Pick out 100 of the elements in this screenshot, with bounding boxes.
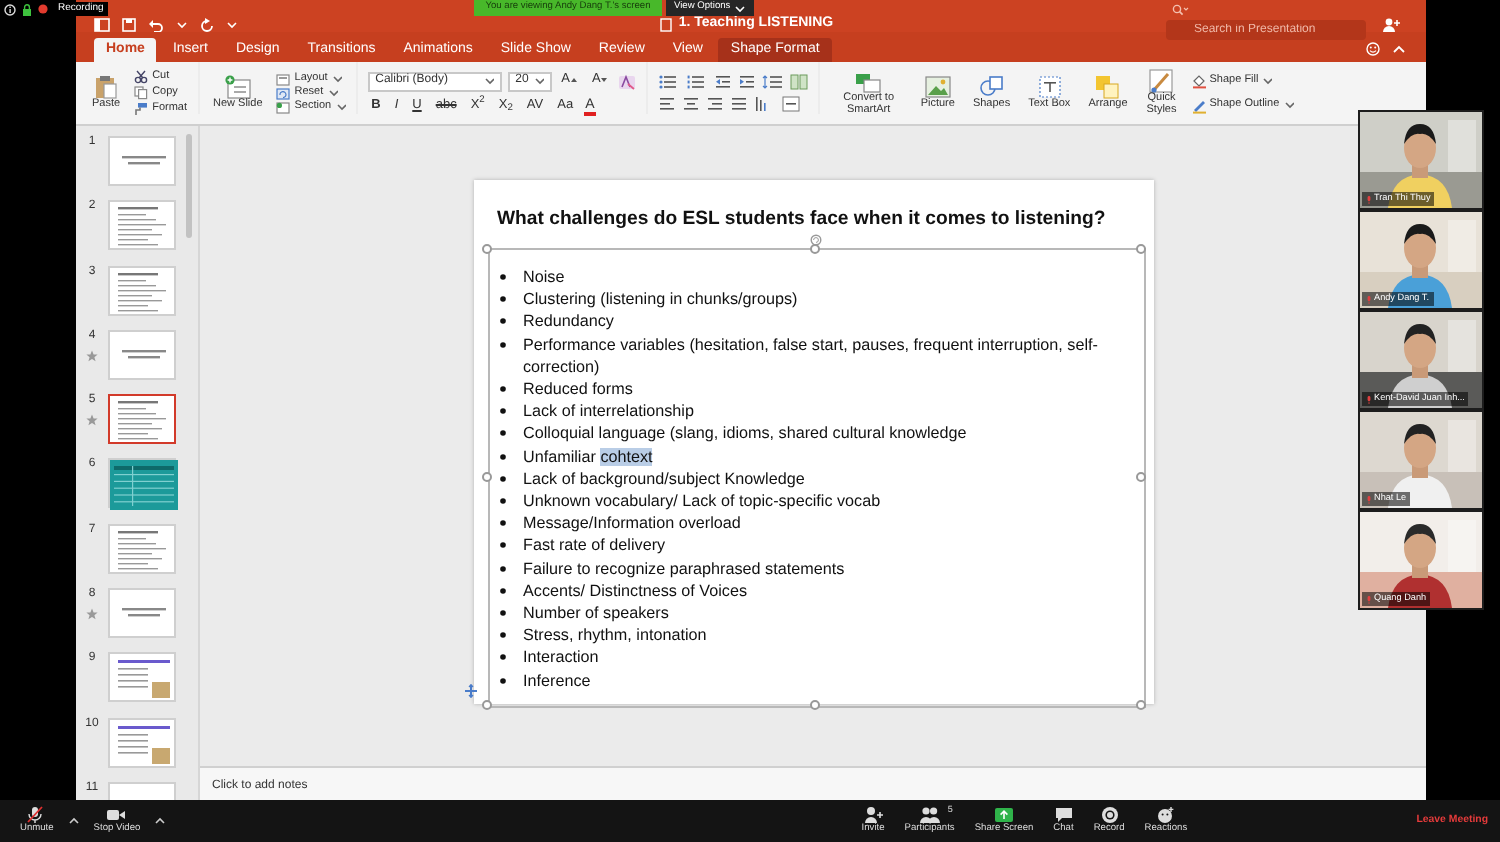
clipboard-icon bbox=[92, 74, 121, 101]
bullet-text: Reduced forms bbox=[523, 378, 635, 401]
share-screen-icon bbox=[994, 806, 1014, 825]
align-center-icon[interactable] bbox=[682, 96, 701, 112]
search-icon bbox=[1172, 4, 1190, 16]
align-right-icon[interactable] bbox=[706, 96, 725, 112]
bullet-icon bbox=[499, 475, 505, 482]
resize-handle[interactable] bbox=[482, 699, 492, 709]
bullet-icon bbox=[499, 610, 505, 617]
resize-handle[interactable] bbox=[1136, 471, 1146, 481]
bullet-text: Lack of background/subject Knowledge bbox=[523, 467, 807, 491]
decrease-indent-icon[interactable] bbox=[714, 74, 733, 90]
people-icon bbox=[919, 806, 940, 825]
bullet-text: Colloquial language (slang, idioms, shared cultural knowledge bbox=[523, 422, 969, 446]
add-reaction-icon bbox=[1155, 806, 1176, 825]
add-person-icon bbox=[863, 806, 884, 825]
clear-formatting-icon[interactable] bbox=[618, 73, 637, 89]
bullet-text: Noise bbox=[523, 266, 567, 289]
increase-indent-icon[interactable] bbox=[738, 74, 757, 90]
bullet-icon bbox=[499, 274, 505, 280]
smiley-icon[interactable] bbox=[1366, 42, 1380, 56]
justify-icon[interactable] bbox=[730, 96, 749, 112]
paint-bucket-icon bbox=[1191, 73, 1206, 89]
scissors-icon bbox=[134, 70, 149, 84]
layout-options-icon[interactable] bbox=[463, 684, 477, 698]
bullet-text: Failure to recognize paraphrased statements bbox=[523, 557, 847, 580]
text-box-icon bbox=[1035, 74, 1064, 101]
bullet-icon bbox=[499, 430, 505, 437]
save-icon[interactable] bbox=[122, 17, 136, 31]
shapes-icon bbox=[977, 74, 1006, 101]
bullet-icon bbox=[499, 408, 505, 415]
bullet-text: Unknown vocabulary/ Lack of topic-specific vocab bbox=[523, 490, 883, 513]
info-icon[interactable] bbox=[4, 3, 16, 15]
record-dot-icon bbox=[38, 4, 48, 14]
caret-up-icon bbox=[154, 816, 167, 825]
bullet-text: Interaction bbox=[523, 646, 601, 670]
bullet-text: Fast rate of delivery bbox=[523, 534, 668, 558]
bullet-text: Inference bbox=[523, 669, 593, 692]
rotate-handle[interactable] bbox=[810, 234, 822, 246]
section-icon bbox=[276, 101, 291, 113]
bullet-text: Number of speakers bbox=[523, 602, 671, 625]
undo-icon[interactable] bbox=[148, 17, 164, 31]
record-icon bbox=[1099, 806, 1120, 825]
lock-icon[interactable] bbox=[22, 3, 32, 15]
bullet-icon bbox=[499, 542, 505, 549]
resize-handle[interactable] bbox=[482, 471, 492, 481]
bullets-icon[interactable] bbox=[658, 74, 681, 90]
new-slide-icon bbox=[223, 74, 252, 101]
bullet-text: Lack of interrelationship bbox=[523, 400, 696, 423]
bullet-icon bbox=[499, 498, 505, 505]
caret-icon[interactable] bbox=[176, 19, 188, 29]
line-spacing-icon[interactable] bbox=[762, 74, 785, 90]
arrange-icon bbox=[1093, 74, 1122, 101]
caret-icon bbox=[533, 76, 544, 86]
resize-handle[interactable] bbox=[1136, 699, 1146, 709]
bullet-text: Performance variables (hesitation, false start, pauses, frequent interruption, self-correction) bbox=[523, 333, 1100, 379]
bullet-text: Unfamiliar cohtext bbox=[523, 445, 655, 468]
shrink-caret-icon bbox=[600, 75, 609, 84]
resize-handle[interactable] bbox=[1136, 243, 1146, 253]
caret-icon bbox=[734, 3, 747, 13]
bullet-icon bbox=[499, 565, 505, 572]
add-person-icon[interactable] bbox=[1382, 17, 1400, 31]
caret-up-icon bbox=[67, 816, 80, 825]
bullet-text: Clustering (listening in chunks/groups) bbox=[523, 288, 800, 311]
bullet-icon bbox=[499, 654, 505, 661]
brush-icon bbox=[1147, 68, 1176, 95]
bullet-icon bbox=[499, 632, 505, 639]
image-icon bbox=[923, 74, 952, 101]
muted-mic-icon bbox=[26, 806, 47, 825]
bullet-icon bbox=[499, 520, 505, 527]
pen-icon bbox=[1191, 97, 1206, 113]
format-painter-icon bbox=[134, 102, 149, 116]
caret-icon bbox=[1283, 100, 1294, 110]
reset-icon bbox=[276, 87, 291, 99]
bullet-icon bbox=[499, 296, 505, 303]
align-left-icon[interactable] bbox=[658, 96, 677, 112]
video-camera-icon bbox=[106, 806, 127, 825]
bullet-icon bbox=[499, 677, 505, 684]
redo-icon[interactable] bbox=[200, 17, 214, 31]
bullet-text: Redundancy bbox=[523, 310, 616, 334]
caret-icon bbox=[1262, 76, 1273, 86]
slide-thumbnail[interactable] bbox=[108, 394, 176, 445]
scrollbar[interactable] bbox=[186, 134, 192, 238]
bullet-icon bbox=[499, 341, 505, 348]
document-icon bbox=[660, 17, 673, 31]
collapse-ribbon-icon[interactable] bbox=[1392, 44, 1406, 54]
align-text-icon[interactable] bbox=[782, 96, 801, 112]
resize-handle[interactable] bbox=[809, 699, 819, 709]
resize-handle[interactable] bbox=[482, 243, 492, 253]
copy-icon bbox=[134, 86, 149, 100]
bullet-text: Message/Information overload bbox=[523, 512, 743, 535]
sidebar-icon[interactable] bbox=[94, 17, 110, 31]
bullet-icon bbox=[499, 587, 505, 594]
grow-caret-icon bbox=[569, 75, 578, 84]
smartart-icon bbox=[854, 68, 883, 95]
bullet-text: Stress, rhythm, intonation bbox=[523, 624, 709, 647]
chat-bubble-icon bbox=[1053, 806, 1074, 825]
numbering-icon[interactable] bbox=[686, 74, 709, 90]
bullet-icon bbox=[499, 453, 505, 460]
customize-caret-icon[interactable] bbox=[226, 19, 238, 29]
